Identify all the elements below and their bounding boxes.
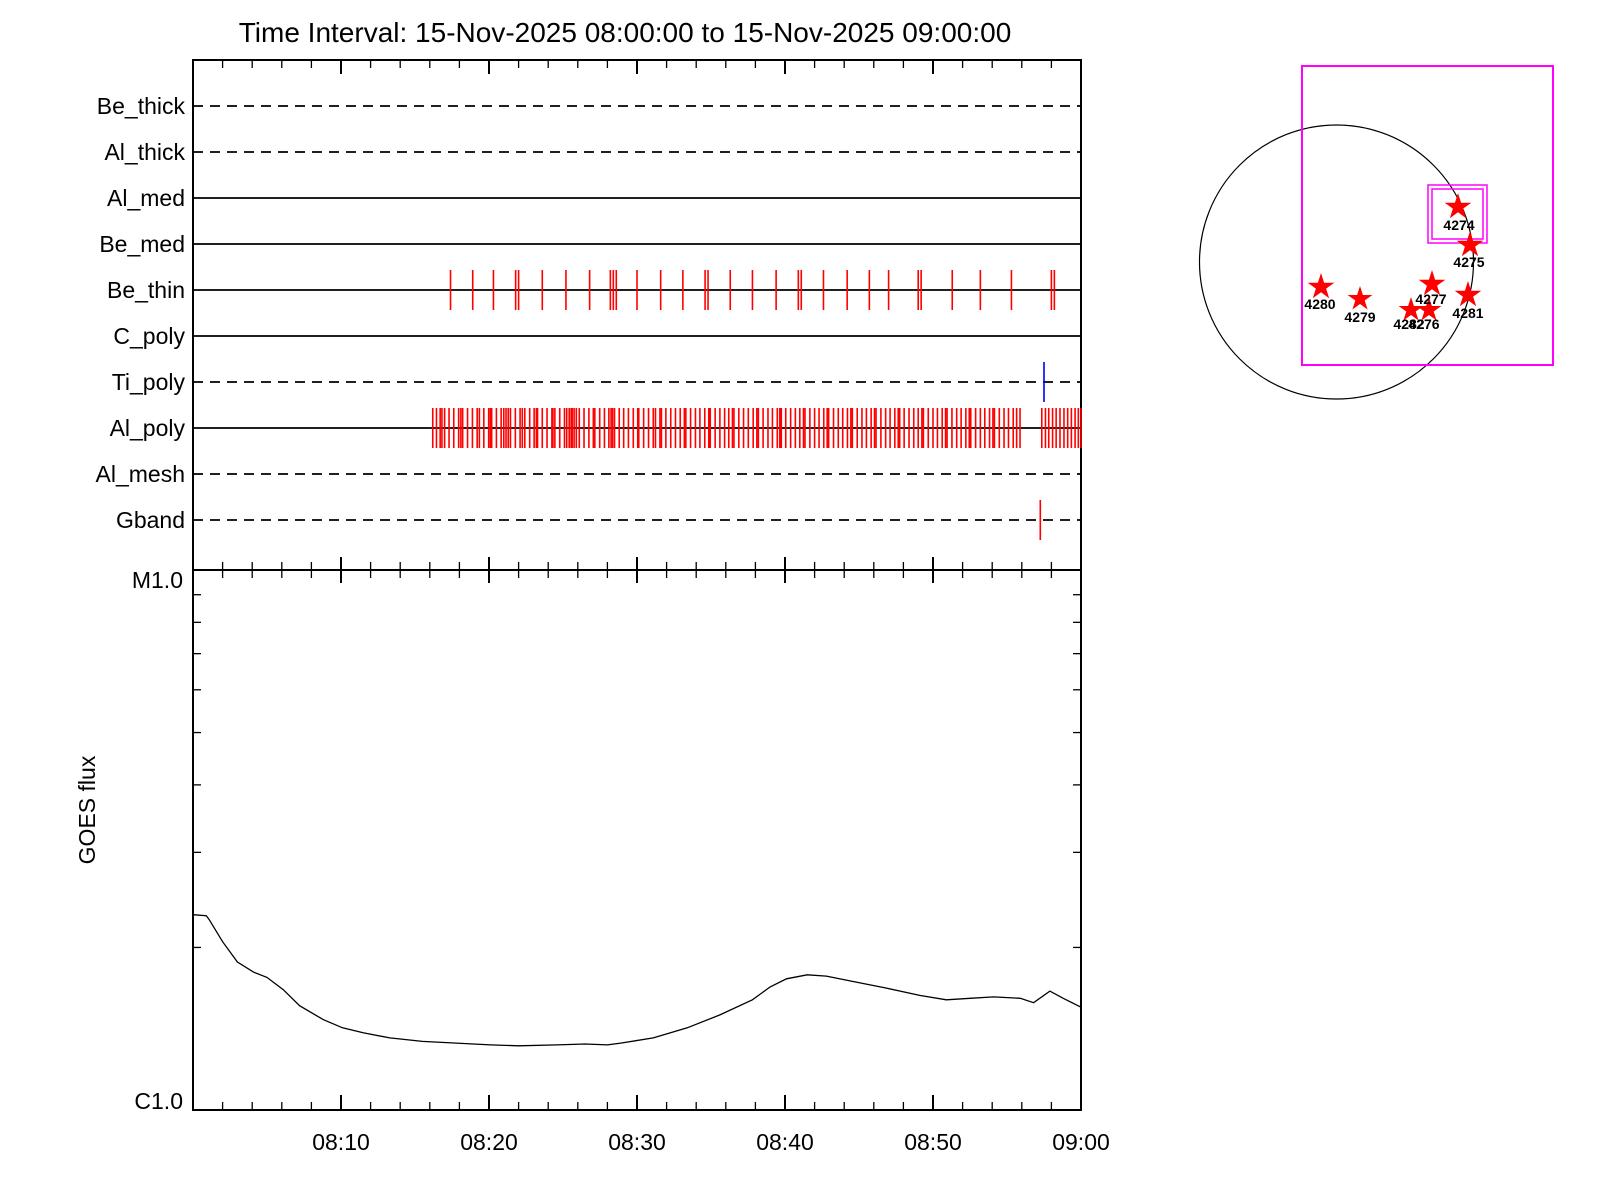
plot-canvas: Time Interval: 15-Nov-2025 08:00:00 to 1…	[0, 0, 1600, 1200]
target-box-outer	[1427, 184, 1488, 244]
filter-label-Be_thick: Be_thick	[97, 93, 186, 119]
solar-disk-map: 42744275427742804279 428242764281	[1198, 65, 1554, 400]
timeline-plot-border	[192, 59, 1082, 571]
filter-label-Al_mesh: Al_mesh	[96, 461, 185, 487]
goes-x-tick-label: 08:40	[756, 1129, 814, 1155]
goes-x-tick-label: 08:20	[460, 1129, 518, 1155]
filter-label-Be_med: Be_med	[99, 231, 185, 257]
active-region-label-4277: 4277	[1415, 291, 1446, 307]
observation-summary-plot: Time Interval: 15-Nov-2025 08:00:00 to 1…	[74, 17, 1554, 1155]
goes-x-tick-label: 08:30	[608, 1129, 666, 1155]
filter-label-Al_poly: Al_poly	[110, 415, 186, 441]
filter-label-C_poly: C_poly	[113, 323, 185, 349]
solar-limb-circle	[1198, 124, 1475, 400]
filter-label-Gband: Gband	[116, 507, 185, 533]
active-region-label-4279: 4279	[1344, 309, 1375, 325]
goes-x-tick-label: 09:00	[1052, 1129, 1110, 1155]
active-region-label-4274: 4274	[1443, 217, 1474, 233]
filter-label-Al_thick: Al_thick	[104, 139, 185, 165]
goes-y-top-label: M1.0	[132, 567, 183, 593]
goes-x-tick-label: 08:50	[904, 1129, 962, 1155]
active-region-label-4280: 4280	[1304, 296, 1335, 312]
goes-plot-border	[192, 569, 1082, 1111]
active-region-label-4275: 4275	[1453, 254, 1484, 270]
goes-flux-curve	[192, 914, 1082, 1047]
filter-label-Be_thin: Be_thin	[107, 277, 185, 303]
active-region-label-4276: 4276	[1408, 316, 1439, 332]
goes-y-axis-title: GOES flux	[74, 755, 100, 864]
filter-label-Al_med: Al_med	[107, 185, 185, 211]
active-region-star-4280	[1307, 273, 1335, 299]
active-region-star-4274	[1444, 193, 1472, 219]
page-title: Time Interval: 15-Nov-2025 08:00:00 to 1…	[239, 17, 1012, 48]
active-region-star-4279	[1347, 286, 1373, 310]
goes-flux-panel: 08:10 08:20 08:30 08:40 08:50 09:00	[192, 569, 1110, 1155]
goes-y-bottom-label: C1.0	[134, 1088, 183, 1114]
filter-label-Ti_poly: Ti_poly	[112, 369, 186, 395]
active-region-label-4281: 4281	[1452, 305, 1483, 321]
goes-x-tick-label: 08:10	[312, 1129, 370, 1155]
filter-timeline-panel: Be_thick Al_thick Al_med Be_med Be_thin C_pol…	[96, 59, 1082, 583]
